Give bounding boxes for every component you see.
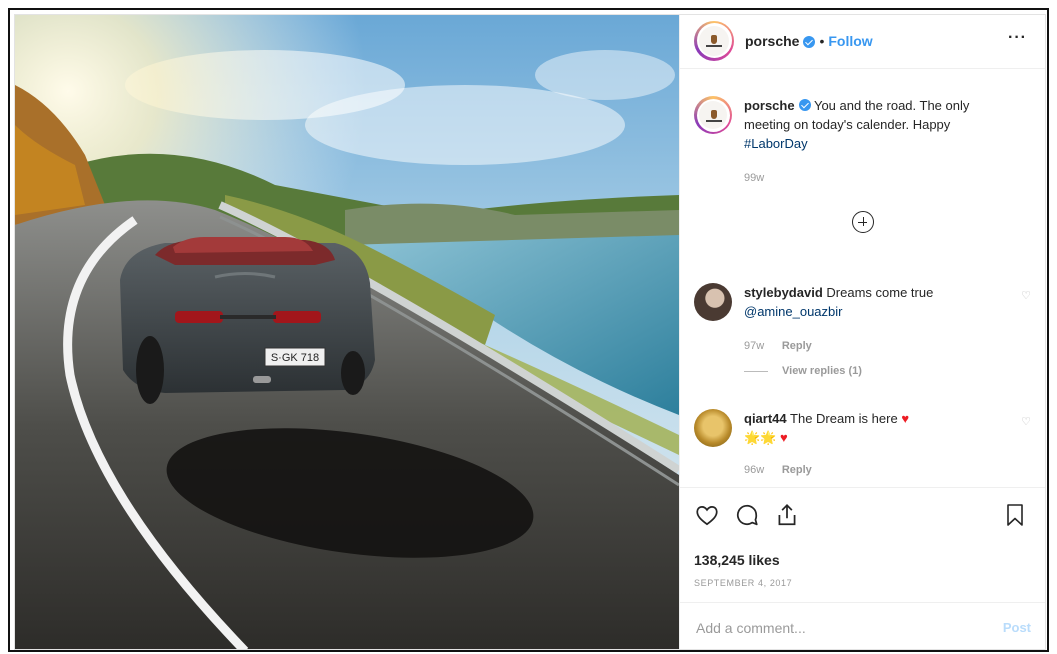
red-heart-icon: ♥ bbox=[780, 430, 788, 445]
verified-badge-icon bbox=[798, 99, 811, 111]
more-options-icon[interactable]: ··· bbox=[1008, 29, 1027, 47]
likes-count[interactable]: 138,245 likes bbox=[694, 552, 780, 568]
comment-text: qiart44 The Dream is here ♥ 🌟🌟 ♥ 96w Rep… bbox=[744, 409, 1009, 480]
post-header: porsche • Follow ··· bbox=[680, 13, 1045, 69]
reply-button[interactable]: Reply bbox=[782, 340, 812, 352]
red-heart-icon: ♥ bbox=[901, 411, 910, 426]
comment-username[interactable]: stylebydavid bbox=[744, 285, 823, 300]
comments-section[interactable]: porsche You and the road. The only meeti… bbox=[680, 71, 1045, 487]
comment-icon[interactable] bbox=[734, 502, 760, 528]
license-plate: S·GK 718 bbox=[271, 352, 319, 364]
divider-line bbox=[744, 371, 768, 372]
caption-avatar[interactable] bbox=[694, 96, 732, 134]
hashtag-link[interactable]: #LaborDay bbox=[744, 136, 808, 151]
action-icons bbox=[694, 502, 800, 528]
comment-body: Dreams come true bbox=[826, 285, 934, 300]
avatar[interactable] bbox=[694, 20, 734, 61]
post-date[interactable]: SEPTEMBER 4, 2017 bbox=[694, 578, 792, 588]
add-comment-input[interactable] bbox=[694, 618, 1003, 637]
comment-body: The Dream is here bbox=[790, 411, 898, 426]
header-username[interactable]: porsche bbox=[745, 33, 799, 49]
comment-avatar[interactable] bbox=[694, 283, 732, 321]
bookmark-icon[interactable] bbox=[1003, 502, 1027, 528]
like-comment-heart-icon[interactable]: ♡ bbox=[1021, 289, 1031, 302]
post-photo[interactable]: S·GK 718 bbox=[15, 15, 679, 649]
separator-dot: • bbox=[819, 32, 825, 49]
view-replies-button[interactable]: View replies (1) bbox=[744, 362, 1009, 381]
view-replies-label: View replies (1) bbox=[782, 365, 862, 377]
caption: porsche You and the road. The only meeti… bbox=[694, 96, 1031, 188]
post-actions: 138,245 likes SEPTEMBER 4, 2017 Post bbox=[680, 487, 1045, 652]
caption-time: 99w bbox=[744, 172, 765, 184]
comment: stylebydavid Dreams come true @amine_oua… bbox=[694, 283, 1031, 381]
porsche-logo-icon bbox=[699, 101, 727, 129]
load-more-comments-icon[interactable] bbox=[852, 211, 874, 233]
comment-time: 97w bbox=[744, 340, 765, 352]
post-comment-button[interactable]: Post bbox=[1003, 620, 1031, 635]
comment-avatar[interactable] bbox=[694, 409, 732, 447]
heart-icon[interactable] bbox=[694, 502, 720, 528]
reply-button[interactable]: Reply bbox=[782, 464, 812, 476]
comment-text: stylebydavid Dreams come true @amine_oua… bbox=[744, 283, 1009, 381]
porsche-logo-icon bbox=[699, 25, 729, 56]
mention-link[interactable]: @amine_ouazbir bbox=[744, 304, 842, 319]
comment-username[interactable]: qiart44 bbox=[744, 411, 787, 426]
like-comment-heart-icon[interactable]: ♡ bbox=[1021, 415, 1031, 428]
comment-emoji: 🌟🌟 bbox=[744, 430, 777, 445]
porsche-photo-illustration: S·GK 718 bbox=[15, 15, 679, 649]
share-icon[interactable] bbox=[774, 502, 800, 528]
caption-text: porsche You and the road. The only meeti… bbox=[744, 96, 1009, 188]
add-comment-bar: Post bbox=[680, 602, 1045, 652]
comment-time: 96w bbox=[744, 464, 765, 476]
follow-button[interactable]: Follow bbox=[828, 33, 872, 49]
instagram-post: S·GK 718 porsche • Follow ··· porsche Yo… bbox=[14, 14, 1046, 650]
bookmark-button[interactable] bbox=[1003, 502, 1027, 528]
verified-badge-icon bbox=[803, 35, 816, 48]
post-sidebar: porsche • Follow ··· porsche You and the… bbox=[679, 15, 1045, 649]
caption-username[interactable]: porsche bbox=[744, 98, 795, 113]
comment: qiart44 The Dream is here ♥ 🌟🌟 ♥ 96w Rep… bbox=[694, 409, 1031, 480]
